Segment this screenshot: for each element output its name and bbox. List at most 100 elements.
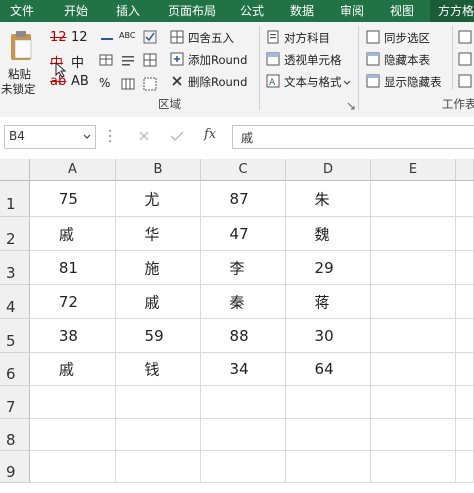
- cell-a1[interactable]: 75: [30, 181, 116, 217]
- more-icon-2[interactable]: [458, 52, 472, 66]
- cell-a5[interactable]: 38: [30, 319, 116, 353]
- add-round-button[interactable]: 添加Round: [188, 52, 247, 68]
- round-button[interactable]: 四舍五入: [188, 30, 234, 46]
- formula-bar-grip-icon[interactable]: [108, 129, 112, 143]
- cell-a3[interactable]: 81: [30, 251, 116, 285]
- row-header-7[interactable]: 7: [0, 386, 30, 419]
- cell-f5[interactable]: [456, 319, 474, 353]
- delete-round-button[interactable]: 删除Round: [188, 74, 247, 90]
- cell-c4[interactable]: 秦: [201, 285, 286, 319]
- cell-d2[interactable]: 魏: [286, 217, 371, 251]
- row-header-5[interactable]: 5: [0, 319, 30, 353]
- menu-formulas[interactable]: 公式: [232, 0, 272, 22]
- hide-sheet-button[interactable]: 隐藏本表: [384, 52, 430, 68]
- column-header-f[interactable]: [456, 159, 474, 181]
- cell-c2[interactable]: 47: [201, 217, 286, 251]
- paste-button[interactable]: 粘贴 未锁定: [1, 26, 40, 100]
- cell-e4[interactable]: [371, 285, 456, 319]
- menu-home[interactable]: 开始: [54, 0, 98, 22]
- cell-d8[interactable]: [286, 419, 371, 451]
- cell-c8[interactable]: [201, 419, 286, 451]
- cell-b1[interactable]: 尤: [116, 181, 201, 217]
- column-header-c[interactable]: C: [201, 159, 286, 181]
- menu-data[interactable]: 数据: [282, 0, 322, 22]
- cell-b6[interactable]: 钱: [116, 353, 201, 386]
- row-header-3[interactable]: 3: [0, 251, 30, 285]
- row-header-6[interactable]: 6: [0, 353, 30, 386]
- minus-icon[interactable]: [100, 34, 114, 44]
- cell-c6[interactable]: 34: [201, 353, 286, 386]
- cell-f6[interactable]: [456, 353, 474, 386]
- cell-b3[interactable]: 施: [116, 251, 201, 285]
- column-header-b[interactable]: B: [116, 159, 201, 181]
- cell-f9[interactable]: [456, 451, 474, 483]
- row-header-8[interactable]: 8: [0, 419, 30, 451]
- pivot-cell-button[interactable]: 透视单元格: [284, 52, 342, 68]
- cell-a4[interactable]: 72: [30, 285, 116, 319]
- menu-view[interactable]: 视图: [382, 0, 422, 22]
- cell-c1[interactable]: 87: [201, 181, 286, 217]
- text-format-button[interactable]: 文本与格式: [284, 74, 342, 90]
- cell-c5[interactable]: 88: [201, 319, 286, 353]
- sync-select-checkbox[interactable]: [366, 30, 380, 44]
- row-header-9[interactable]: 9: [0, 451, 30, 483]
- menu-page-layout[interactable]: 页面布局: [160, 0, 224, 22]
- percent-icon[interactable]: %: [99, 76, 110, 90]
- glyph-ab-upper[interactable]: AB: [71, 74, 89, 89]
- chevron-down-icon[interactable]: [343, 80, 351, 86]
- cell-e6[interactable]: [371, 353, 456, 386]
- checkbox-icon[interactable]: [143, 30, 157, 44]
- cell-b7[interactable]: [116, 386, 201, 419]
- cell-e8[interactable]: [371, 419, 456, 451]
- cell-e9[interactable]: [371, 451, 456, 483]
- abc-button[interactable]: ABC: [119, 31, 135, 40]
- cancel-icon[interactable]: [138, 130, 150, 142]
- comma-icon[interactable]: [121, 78, 135, 90]
- dialog-launcher-icon[interactable]: [347, 102, 355, 110]
- cell-a9[interactable]: [30, 451, 116, 483]
- cell-d7[interactable]: [286, 386, 371, 419]
- show-hidden-button[interactable]: 显示隐藏表: [384, 74, 442, 90]
- grid-small-icon[interactable]: [143, 53, 157, 67]
- cell-d5[interactable]: 30: [286, 319, 371, 353]
- name-box[interactable]: B4: [4, 125, 96, 149]
- cell-f4[interactable]: [456, 285, 474, 319]
- border-icon[interactable]: [143, 77, 157, 91]
- row-header-1[interactable]: 1: [0, 181, 30, 217]
- select-all-corner[interactable]: [0, 159, 30, 181]
- enter-icon[interactable]: [170, 130, 184, 142]
- column-header-e[interactable]: E: [371, 159, 456, 181]
- cell-a8[interactable]: [30, 419, 116, 451]
- sync-select-label[interactable]: 同步选区: [384, 30, 430, 46]
- cell-d1[interactable]: 朱: [286, 181, 371, 217]
- cell-e2[interactable]: [371, 217, 456, 251]
- cell-e3[interactable]: [371, 251, 456, 285]
- menu-review[interactable]: 审阅: [332, 0, 372, 22]
- column-header-d[interactable]: D: [286, 159, 371, 181]
- menu-file[interactable]: 文件: [2, 0, 42, 22]
- cell-d9[interactable]: [286, 451, 371, 483]
- cell-f7[interactable]: [456, 386, 474, 419]
- row-header-4[interactable]: 4: [0, 285, 30, 319]
- cell-f2[interactable]: [456, 217, 474, 251]
- cell-d4[interactable]: 蒋: [286, 285, 371, 319]
- table-icon[interactable]: [99, 54, 113, 66]
- formula-input[interactable]: 戚: [232, 125, 474, 149]
- cell-b2[interactable]: 华: [116, 217, 201, 251]
- cell-e5[interactable]: [371, 319, 456, 353]
- cell-e1[interactable]: [371, 181, 456, 217]
- cell-d6[interactable]: 64: [286, 353, 371, 386]
- glyph-zhong[interactable]: 中: [71, 52, 84, 71]
- cell-f1[interactable]: [456, 181, 474, 217]
- cell-c9[interactable]: [201, 451, 286, 483]
- cell-b5[interactable]: 59: [116, 319, 201, 353]
- cell-a6[interactable]: 戚: [30, 353, 116, 386]
- more-icon[interactable]: [458, 30, 472, 44]
- menu-fangfanggezi[interactable]: 方方格子: [430, 0, 474, 22]
- cell-d3[interactable]: 29: [286, 251, 371, 285]
- chevron-down-icon[interactable]: [83, 134, 91, 140]
- cell-a7[interactable]: [30, 386, 116, 419]
- cell-c3[interactable]: 李: [201, 251, 286, 285]
- cell-b9[interactable]: [116, 451, 201, 483]
- column-header-a[interactable]: A: [30, 159, 116, 181]
